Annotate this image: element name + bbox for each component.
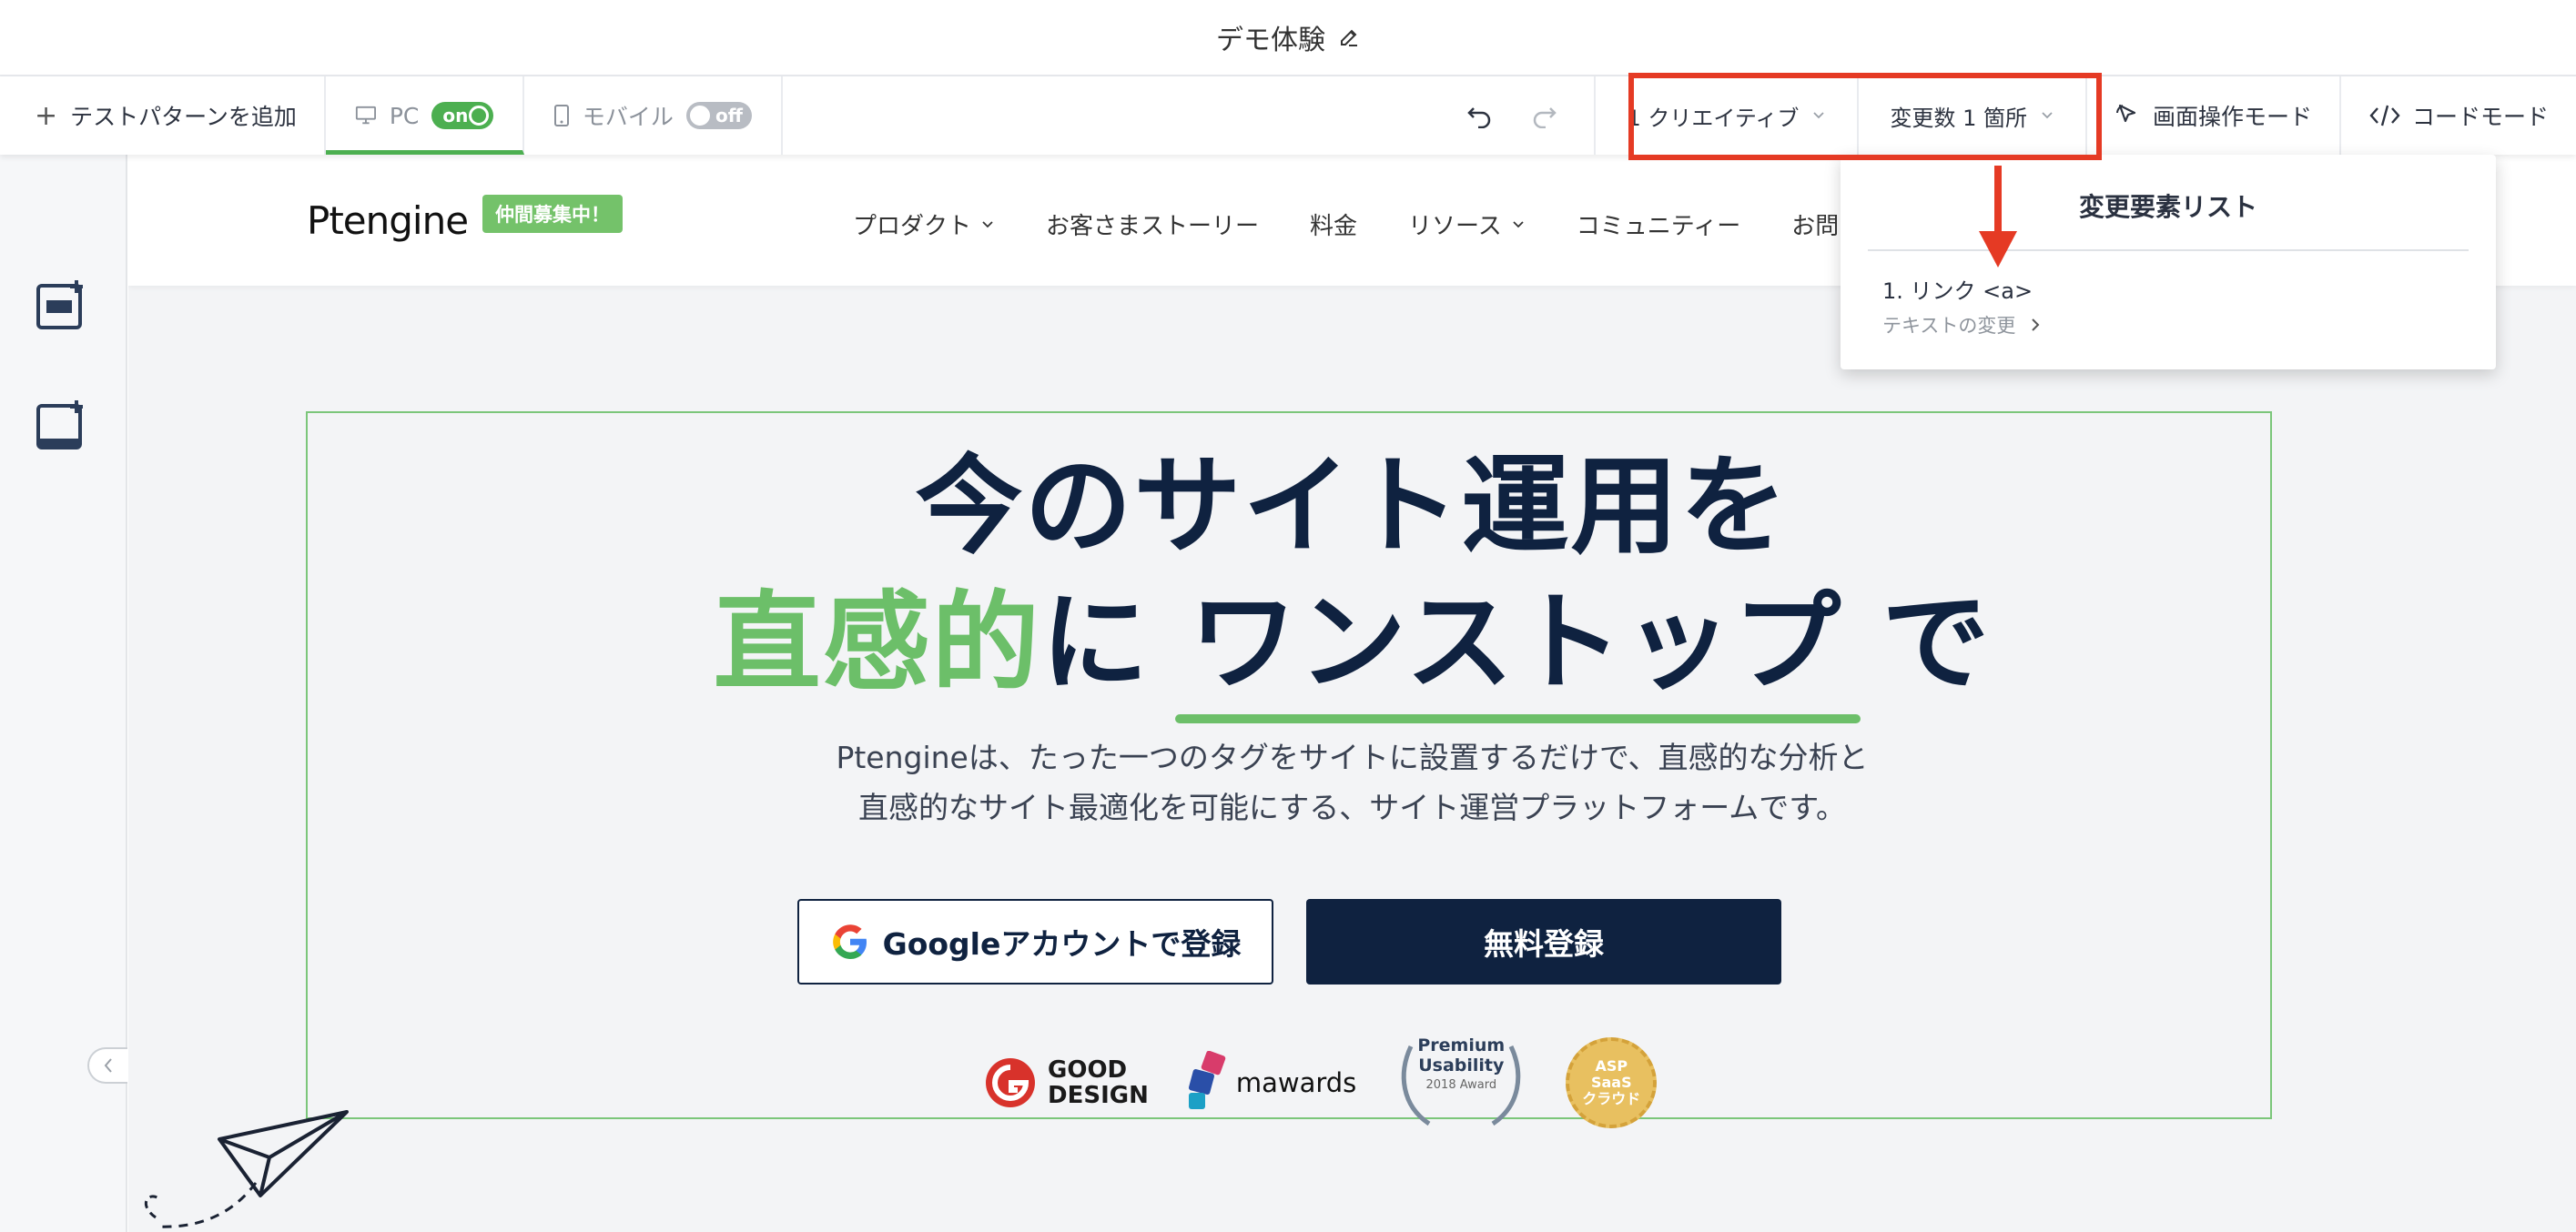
undo-redo-group: [1430, 76, 1594, 155]
premium-usability-award: Premium Usability 2018 Award: [1393, 1028, 1529, 1137]
asp-text-3: クラウド: [1582, 1090, 1641, 1107]
google-signup-button[interactable]: Googleアカウントで登録: [797, 899, 1273, 985]
nav-item-label: プロダクト: [853, 213, 972, 240]
mobile-toggle-label: off: [715, 105, 743, 126]
good-design-text-1: GOOD: [1048, 1056, 1128, 1084]
hero-subtext-line1: Ptengineは、たった一つのタグをサイトに設置するだけで、直感的な分析と: [836, 740, 1869, 775]
undo-icon[interactable]: [1466, 103, 1494, 128]
demo-title[interactable]: デモ体験: [1216, 17, 1360, 57]
panel-title: 変更要素リスト: [2078, 192, 2257, 222]
headline-green-word: 直感的: [713, 580, 1041, 705]
code-mode-label: コードモード: [2411, 104, 2549, 130]
headline-end: で: [1881, 580, 1992, 705]
mobile-icon: [553, 105, 569, 126]
code-icon: [2369, 105, 2400, 126]
editor-toolbar: + テストパターンを追加 PC on モバイル off 1 クリエイティブ 変更…: [0, 76, 2576, 155]
title-bar: デモ体験: [0, 0, 2576, 76]
pu-text-3: 2018 Award: [1425, 1078, 1497, 1092]
annotation-arrow-icon: [1979, 166, 2017, 268]
google-icon: [832, 924, 867, 959]
mawards-award: mawards: [1185, 1051, 1356, 1115]
hiring-badge[interactable]: 仲間募集中！: [482, 195, 623, 233]
chevron-left-icon: [104, 1058, 112, 1073]
mawards-icon: [1188, 1051, 1226, 1109]
highlight-box: [1628, 73, 2102, 160]
toggle-knob: [468, 106, 489, 126]
asp-text-1: ASP: [1595, 1057, 1628, 1075]
nav-item-resources[interactable]: リソース: [1408, 207, 1526, 241]
awards-row: GOOD DESIGN mawards Premium Usability 201…: [984, 1028, 1658, 1137]
screen-mode-button[interactable]: 画面操作モード: [2087, 76, 2341, 155]
panel-divider: [1868, 249, 2469, 251]
redo-icon[interactable]: [1530, 103, 1557, 128]
site-nav: プロダクト お客さまストーリー 料金 リソース コミュニティー お問い: [853, 207, 1862, 241]
asp-text-2: SaaS: [1590, 1074, 1632, 1091]
screen-mode-label: 画面操作モード: [2152, 104, 2312, 130]
paper-plane-icon: [144, 1110, 349, 1228]
add-test-pattern-button[interactable]: + テストパターンを追加: [0, 76, 326, 155]
plus-icon: +: [35, 99, 58, 132]
changed-element-detail-label: テキストの変更: [1882, 315, 2016, 337]
free-signup-button[interactable]: 無料登録: [1306, 899, 1781, 985]
pc-label: PC: [389, 102, 420, 129]
pc-toggle-label: on: [442, 105, 469, 126]
add-test-pattern-label: テストパターンを追加: [70, 104, 297, 130]
headline-underlined-word: ワンストップ: [1174, 555, 1861, 723]
ptengine-logo[interactable]: Ptengine: [307, 198, 469, 243]
nav-item-product[interactable]: プロダクト: [853, 207, 995, 241]
code-mode-button[interactable]: コードモード: [2341, 76, 2576, 155]
chevron-right-icon: [2032, 318, 2040, 331]
asp-saas-award: ASP SaaS クラウド: [1566, 1037, 1658, 1128]
chevron-down-icon: [1513, 220, 1524, 227]
left-rail: [0, 155, 127, 1232]
good-design-text-2: DESIGN: [1048, 1082, 1149, 1109]
mobile-label: モバイル: [582, 104, 674, 130]
cursor-icon: [2115, 104, 2136, 123]
changed-elements-panel: 変更要素リスト 1. リンク <a> テキストの変更: [1841, 155, 2496, 369]
pu-text-1: Premium: [1417, 1035, 1506, 1055]
mawards-text: mawards: [1235, 1067, 1357, 1098]
changed-element-detail[interactable]: テキストの変更: [1882, 311, 2041, 338]
hero-headline-line2: 直感的に ワンストップ で: [128, 555, 2576, 723]
toggle-knob: [689, 106, 710, 126]
pu-text-2: Usability: [1418, 1055, 1505, 1075]
headline-particle: に: [1040, 580, 1151, 705]
changed-element-item[interactable]: 1. リンク <a>: [1882, 273, 2033, 305]
mobile-toggle[interactable]: off: [685, 102, 752, 129]
good-design-icon: [986, 1058, 1035, 1107]
nav-item-pricing[interactable]: 料金: [1310, 207, 1357, 241]
desktop-icon: [355, 106, 376, 125]
pc-tab[interactable]: PC on: [325, 76, 524, 155]
hero-subtext-line2: 直感的なサイト最適化を可能にする、サイト運営プラットフォームです。: [857, 790, 1847, 825]
hero-headline-line1: 今のサイト運用を: [915, 443, 1790, 569]
collapse-rail-button[interactable]: [87, 1047, 127, 1084]
google-signup-label: Googleアカウントで登録: [882, 926, 1242, 962]
add-block-icon[interactable]: [35, 278, 87, 331]
pc-toggle[interactable]: on: [431, 102, 493, 129]
nav-item-label: リソース: [1408, 213, 1502, 240]
demo-title-text: デモ体験: [1216, 25, 1325, 56]
edit-icon[interactable]: [1338, 26, 1360, 48]
mobile-tab[interactable]: モバイル off: [524, 76, 783, 155]
add-section-icon[interactable]: [35, 399, 87, 451]
nav-item-community[interactable]: コミュニティー: [1577, 207, 1740, 241]
nav-item-stories[interactable]: お客さまストーリー: [1046, 207, 1259, 241]
good-design-award: GOOD DESIGN: [984, 1056, 1149, 1109]
chevron-down-icon: [982, 220, 993, 227]
